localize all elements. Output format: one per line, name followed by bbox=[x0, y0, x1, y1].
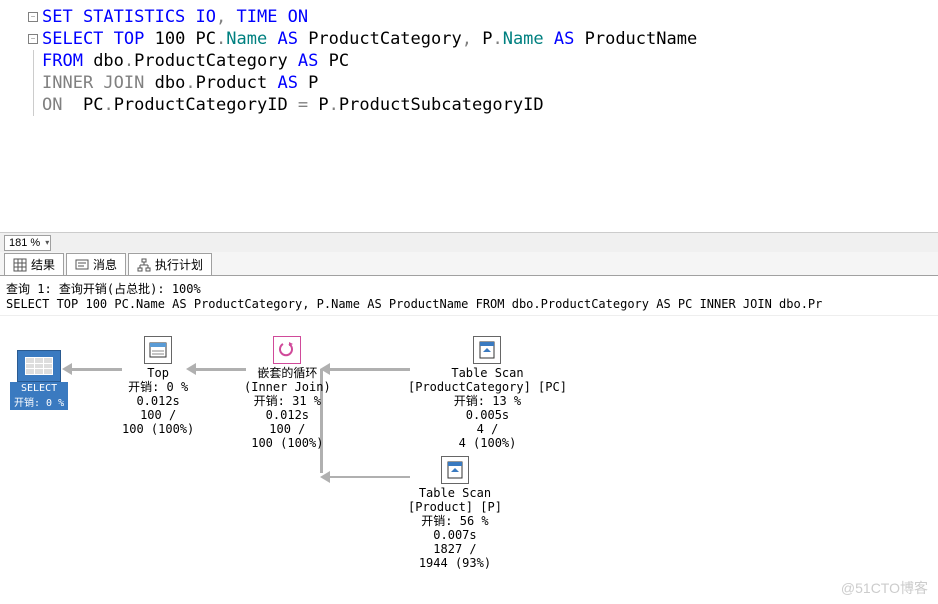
fold-icon[interactable]: − bbox=[28, 12, 38, 22]
plan-icon bbox=[137, 258, 151, 272]
nested-loops-icon bbox=[273, 336, 301, 364]
plan-node-nested-loops[interactable]: 嵌套的循环 (Inner Join) 开销: 31 % 0.012s 100 /… bbox=[244, 336, 331, 450]
results-tabs: 结果 消息 执行计划 bbox=[0, 252, 938, 276]
plan-node-top[interactable]: Top 开销: 0 % 0.012s 100 / 100 (100%) bbox=[122, 336, 194, 436]
tab-results[interactable]: 结果 bbox=[4, 253, 64, 275]
zoom-dropdown[interactable]: 181 % bbox=[4, 235, 51, 251]
plan-node-select[interactable]: SELECT开销: 0 % bbox=[10, 350, 68, 410]
tab-execution-plan[interactable]: 执行计划 bbox=[128, 253, 212, 275]
fold-icon[interactable]: − bbox=[28, 34, 38, 44]
gutter: − − bbox=[0, 0, 42, 232]
select-icon bbox=[17, 350, 61, 382]
tab-label: 结果 bbox=[31, 256, 55, 273]
code-area[interactable]: SET STATISTICS IO, TIME ON SELECT TOP 10… bbox=[42, 0, 938, 232]
tab-label: 执行计划 bbox=[155, 256, 203, 273]
sql-editor[interactable]: − − SET STATISTICS IO, TIME ON SELECT TO… bbox=[0, 0, 938, 232]
tab-label: 消息 bbox=[93, 256, 117, 273]
watermark: @51CTO博客 bbox=[841, 578, 928, 598]
tab-messages[interactable]: 消息 bbox=[66, 253, 126, 275]
grid-icon bbox=[13, 258, 27, 272]
message-icon bbox=[75, 258, 89, 272]
table-scan-icon bbox=[473, 336, 501, 364]
plan-canvas[interactable]: SELECT开销: 0 % Top 开销: 0 % 0.012s 100 / 1… bbox=[0, 316, 938, 576]
plan-node-scan-product[interactable]: Table Scan [Product] [P] 开销: 56 % 0.007s… bbox=[408, 456, 502, 570]
execution-plan-panel[interactable]: 查询 1: 查询开销(占总批): 100% SELECT TOP 100 PC.… bbox=[0, 276, 938, 602]
table-scan-icon bbox=[441, 456, 469, 484]
top-icon bbox=[144, 336, 172, 364]
plan-header: 查询 1: 查询开销(占总批): 100% SELECT TOP 100 PC.… bbox=[0, 276, 938, 316]
plan-node-scan-productcategory[interactable]: Table Scan [ProductCategory] [PC] 开销: 13… bbox=[408, 336, 567, 450]
zoom-bar: 181 % bbox=[0, 232, 938, 252]
